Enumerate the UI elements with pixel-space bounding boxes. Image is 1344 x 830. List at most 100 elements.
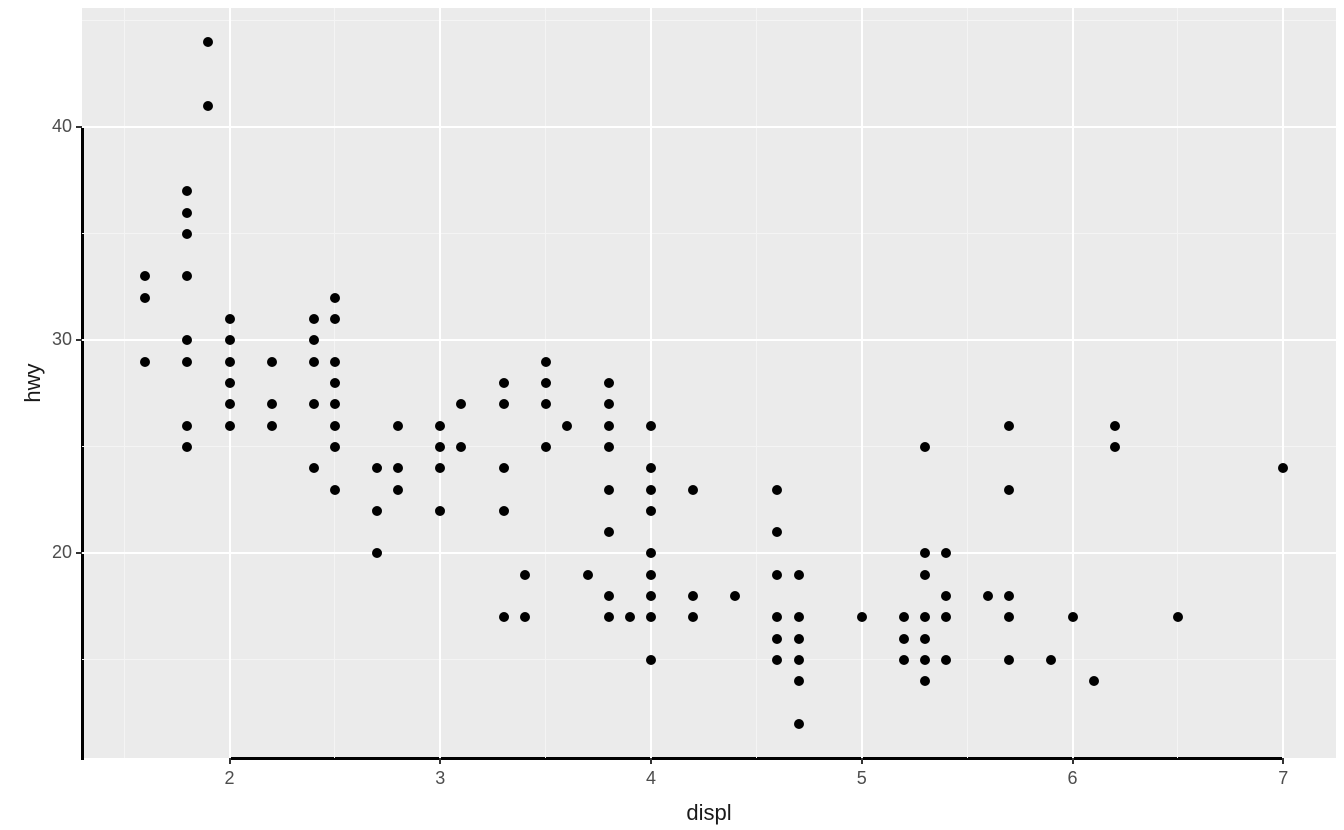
- data-point: [309, 463, 319, 473]
- data-point: [435, 421, 445, 431]
- y-minor-gridline: [82, 659, 1336, 660]
- y-axis-line: [81, 127, 84, 760]
- x-tick-label: 3: [430, 768, 450, 789]
- data-point: [1068, 612, 1078, 622]
- data-point: [309, 357, 319, 367]
- x-tick: [650, 758, 652, 764]
- data-point: [1110, 442, 1120, 452]
- data-point: [604, 378, 614, 388]
- data-point: [646, 506, 656, 516]
- data-point: [562, 421, 572, 431]
- data-point: [520, 570, 530, 580]
- y-tick: [76, 339, 82, 341]
- data-point: [182, 208, 192, 218]
- data-point: [1089, 676, 1099, 686]
- data-point: [920, 442, 930, 452]
- data-point: [330, 485, 340, 495]
- data-point: [225, 314, 235, 324]
- data-point: [372, 506, 382, 516]
- data-point: [899, 655, 909, 665]
- data-point: [330, 314, 340, 324]
- data-point: [583, 570, 593, 580]
- y-tick: [76, 126, 82, 128]
- data-point: [330, 378, 340, 388]
- data-point: [688, 485, 698, 495]
- data-point: [1004, 485, 1014, 495]
- data-point: [1004, 421, 1014, 431]
- y-tick-label: 20: [42, 542, 72, 563]
- scatter-chart: 234567203040 displ hwy: [0, 0, 1344, 830]
- data-point: [646, 570, 656, 580]
- data-point: [182, 421, 192, 431]
- data-point: [140, 357, 150, 367]
- data-point: [604, 485, 614, 495]
- data-point: [794, 719, 804, 729]
- data-point: [541, 378, 551, 388]
- x-tick: [1282, 758, 1284, 764]
- data-point: [604, 527, 614, 537]
- data-point: [920, 570, 930, 580]
- data-point: [646, 655, 656, 665]
- data-point: [920, 634, 930, 644]
- data-point: [267, 399, 277, 409]
- x-tick: [229, 758, 231, 764]
- data-point: [520, 612, 530, 622]
- x-tick-label: 5: [852, 768, 872, 789]
- data-point: [794, 634, 804, 644]
- y-tick: [76, 552, 82, 554]
- data-point: [330, 421, 340, 431]
- x-major-gridline: [861, 8, 863, 758]
- data-point: [225, 421, 235, 431]
- x-tick-label: 4: [641, 768, 661, 789]
- x-tick: [1072, 758, 1074, 764]
- data-point: [646, 485, 656, 495]
- x-minor-gridline: [124, 8, 125, 758]
- data-point: [393, 421, 403, 431]
- x-major-gridline: [1282, 8, 1284, 758]
- data-point: [330, 442, 340, 452]
- y-minor-gridline: [82, 233, 1336, 234]
- data-point: [604, 421, 614, 431]
- data-point: [499, 612, 509, 622]
- x-major-gridline: [1072, 8, 1074, 758]
- data-point: [541, 442, 551, 452]
- data-point: [541, 357, 551, 367]
- y-major-gridline: [82, 552, 1336, 554]
- data-point: [499, 378, 509, 388]
- data-point: [330, 293, 340, 303]
- x-tick-label: 6: [1063, 768, 1083, 789]
- data-point: [267, 357, 277, 367]
- data-point: [899, 634, 909, 644]
- data-point: [604, 591, 614, 601]
- data-point: [646, 421, 656, 431]
- y-axis-title: hwy: [20, 363, 46, 403]
- data-point: [225, 357, 235, 367]
- data-point: [541, 399, 551, 409]
- data-point: [225, 399, 235, 409]
- data-point: [499, 399, 509, 409]
- x-tick-label: 7: [1273, 768, 1293, 789]
- data-point: [794, 676, 804, 686]
- x-tick: [861, 758, 863, 764]
- data-point: [920, 655, 930, 665]
- x-axis-title: displ: [82, 800, 1336, 826]
- data-point: [225, 378, 235, 388]
- x-minor-gridline: [756, 8, 757, 758]
- data-point: [330, 357, 340, 367]
- data-point: [794, 655, 804, 665]
- data-point: [309, 314, 319, 324]
- x-major-gridline: [650, 8, 652, 758]
- data-point: [499, 463, 509, 473]
- x-minor-gridline: [1177, 8, 1178, 758]
- x-tick: [439, 758, 441, 764]
- x-major-gridline: [439, 8, 441, 758]
- plot-panel: [82, 8, 1336, 758]
- data-point: [499, 506, 509, 516]
- y-major-gridline: [82, 126, 1336, 128]
- y-tick-label: 30: [42, 329, 72, 350]
- y-major-gridline: [82, 339, 1336, 341]
- data-point: [267, 421, 277, 431]
- data-point: [794, 612, 804, 622]
- data-point: [794, 570, 804, 580]
- x-tick-label: 2: [220, 768, 240, 789]
